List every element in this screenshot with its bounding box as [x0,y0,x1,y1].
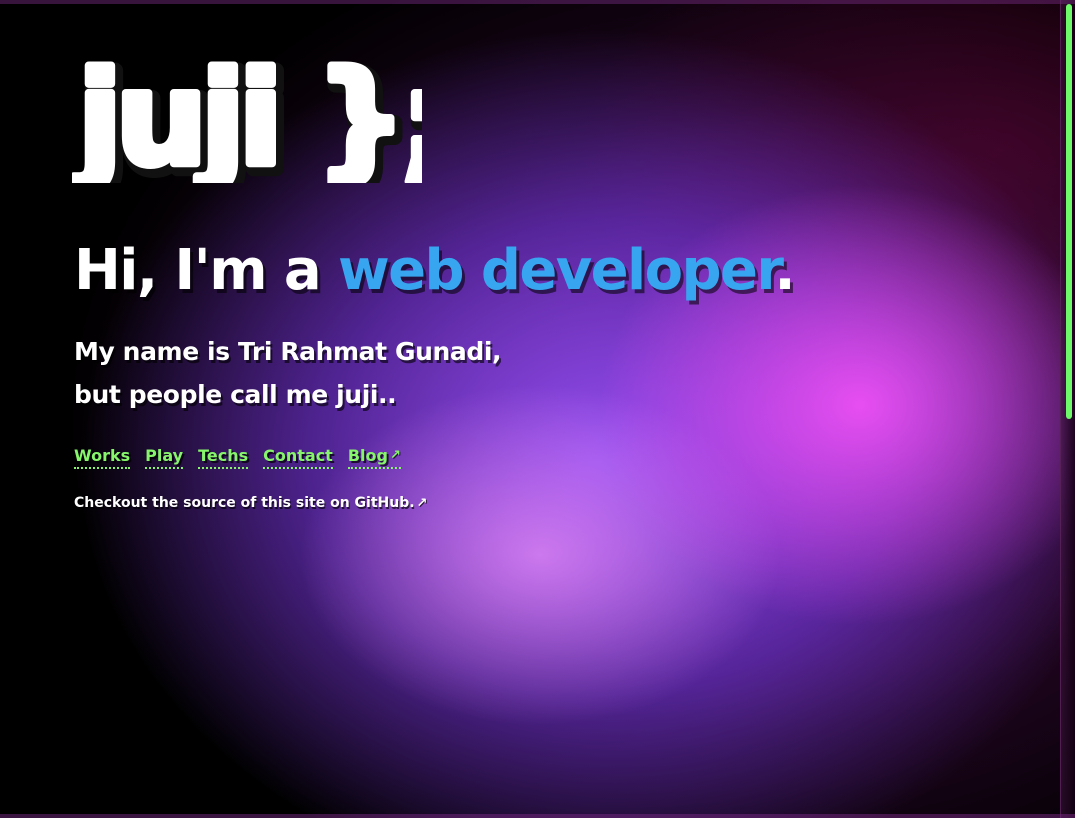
nav-play-link[interactable]: Play [145,446,184,469]
logo-text-fill: juji }; [73,45,422,183]
intro-line-1: My name is Tri Rahmat Gunadi, [74,337,502,366]
intro-line-2: but people call me juji.. [74,380,397,409]
headline-suffix: . [774,238,795,303]
nav-techs-link[interactable]: Techs [198,446,249,469]
nav-blog-label: Blog [347,446,388,465]
scrollbar[interactable] [1060,0,1075,818]
hero-headline: Hi, I'm a web developer. [74,238,796,303]
nav-blog-link[interactable]: Blog ↗ [347,446,401,469]
scrollbar-thumb[interactable] [1066,4,1072,419]
headline-accent: web developer [337,238,776,303]
nav-works-link[interactable]: Works [74,446,131,469]
external-link-icon: ↗ [389,448,401,463]
hero-intro: My name is Tri Rahmat Gunadi, but people… [74,330,502,416]
headline-prefix: Hi, I'm a [74,238,338,303]
external-link-icon: ↗ [416,495,428,511]
main-nav: Works Play Techs Contact Blog ↗ [74,446,401,469]
github-source-link[interactable]: Checkout the source of this site on GitH… [74,495,427,511]
nav-contact-link[interactable]: Contact [263,446,333,469]
github-source-text: Checkout the source of this site on GitH… [74,495,415,511]
logo[interactable]: juji }; juji }; [72,28,422,183]
